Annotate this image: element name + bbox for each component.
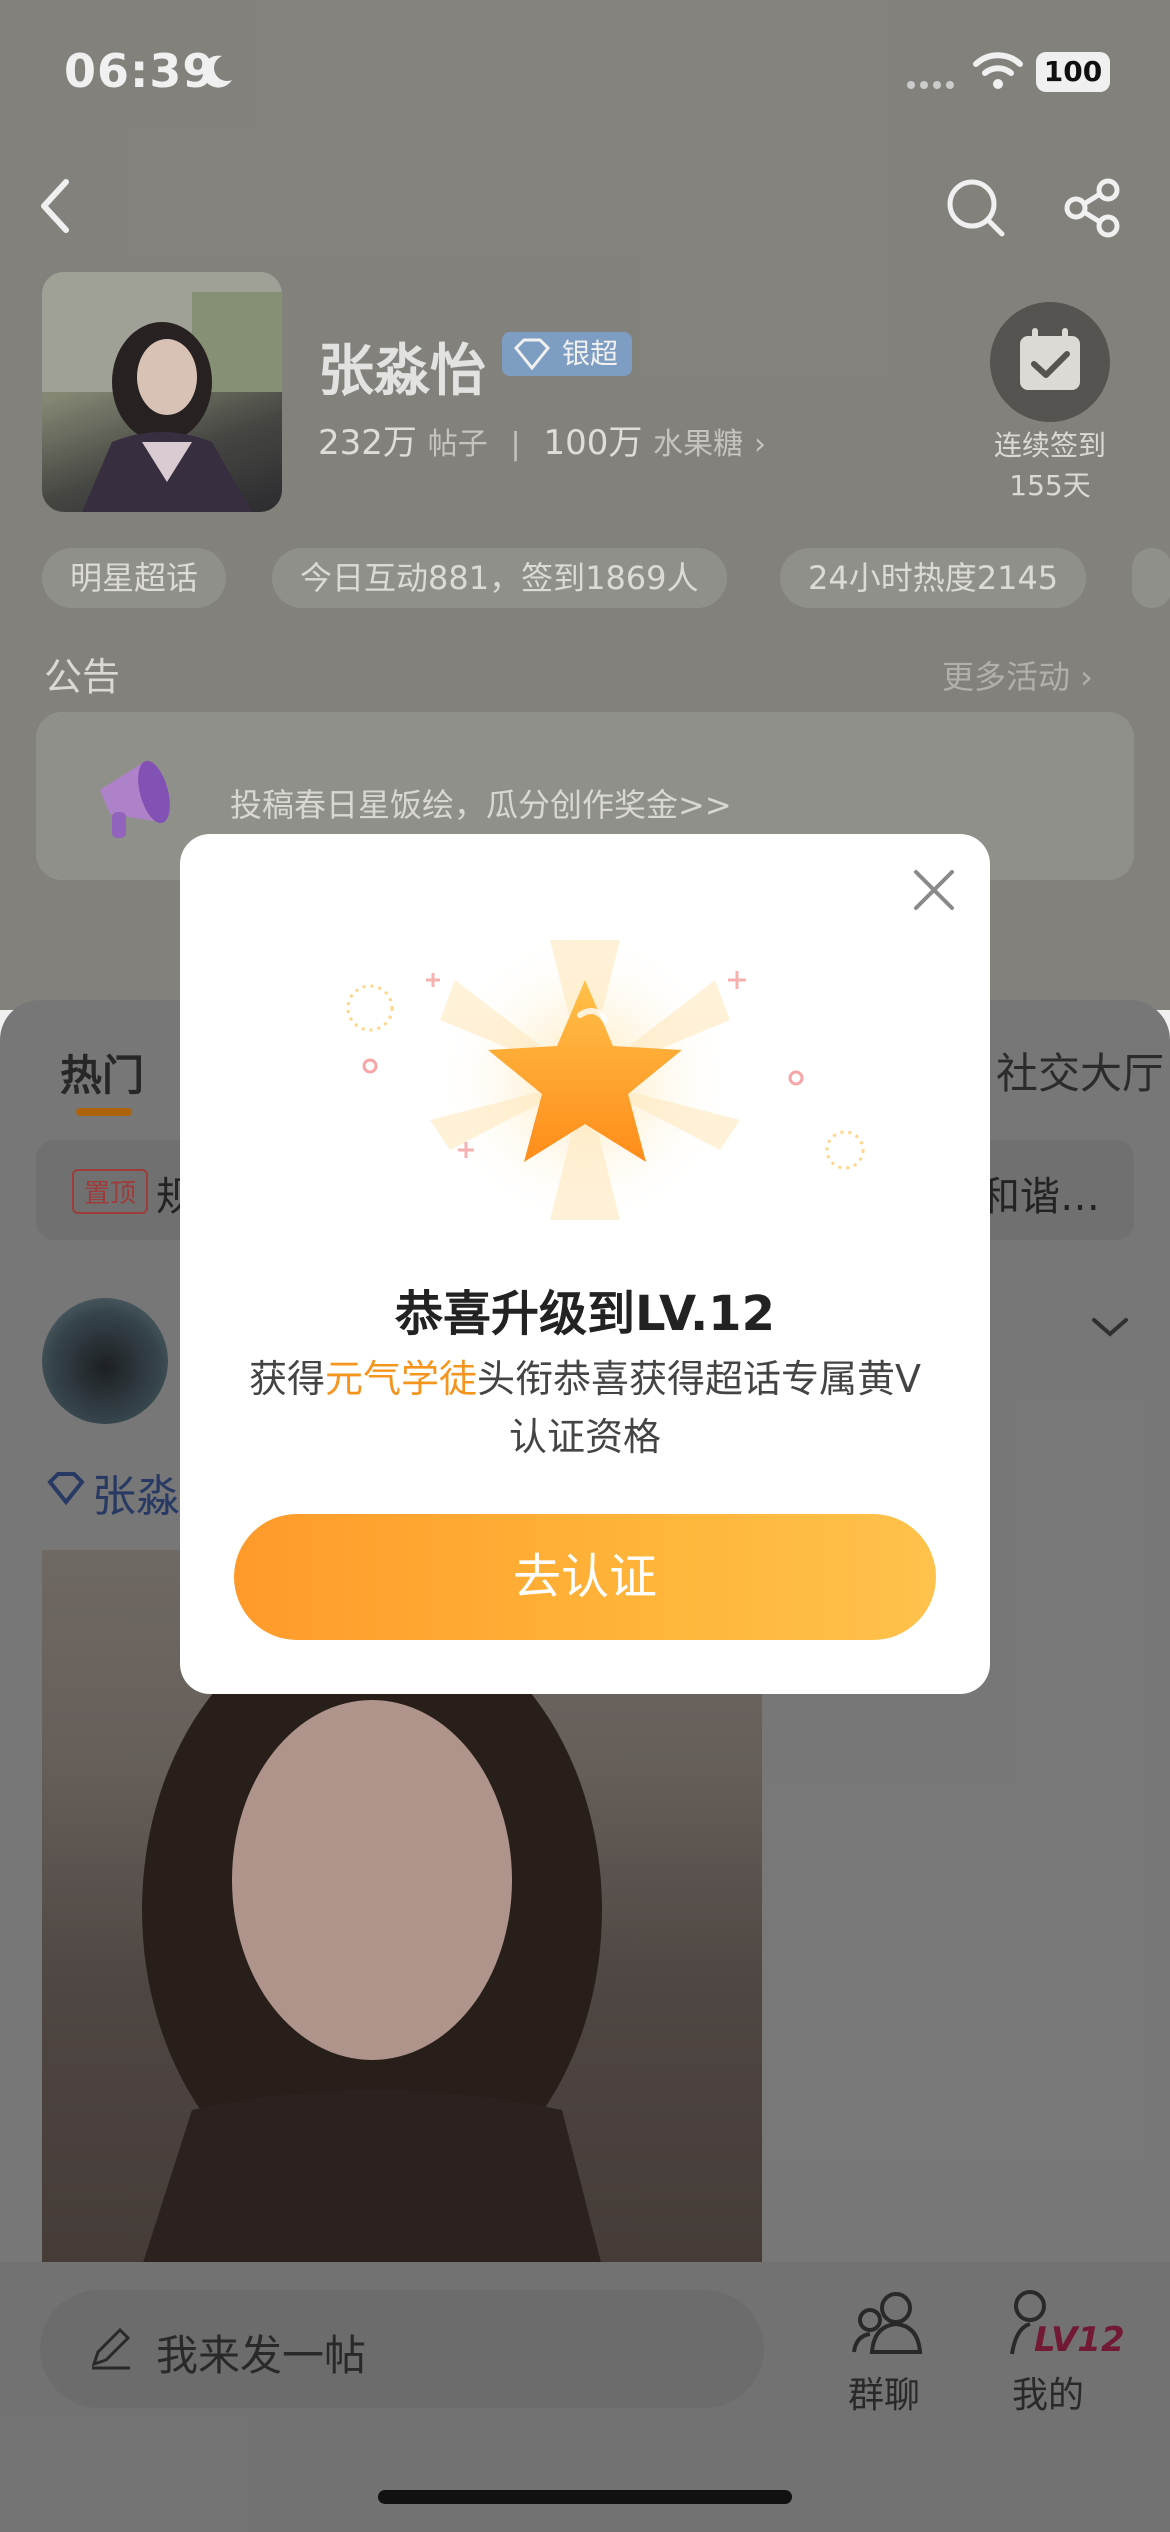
verify-button[interactable]: 去认证 (234, 1514, 936, 1640)
home-indicator (378, 2490, 792, 2504)
dialog-description: 获得元气学徒头衔恭喜获得超话专属黄V认证资格 (236, 1350, 934, 1466)
desc-prefix: 获得 (248, 1357, 325, 1401)
close-icon[interactable] (902, 858, 966, 922)
dialog-title: 恭喜升级到LV.12 (395, 1286, 775, 1342)
title-highlight: 元气学徒 (325, 1357, 478, 1401)
star-badge-icon (346, 930, 865, 1230)
desc-suffix: 头衔恭喜获得超话专属黄V认证资格 (477, 1357, 922, 1459)
